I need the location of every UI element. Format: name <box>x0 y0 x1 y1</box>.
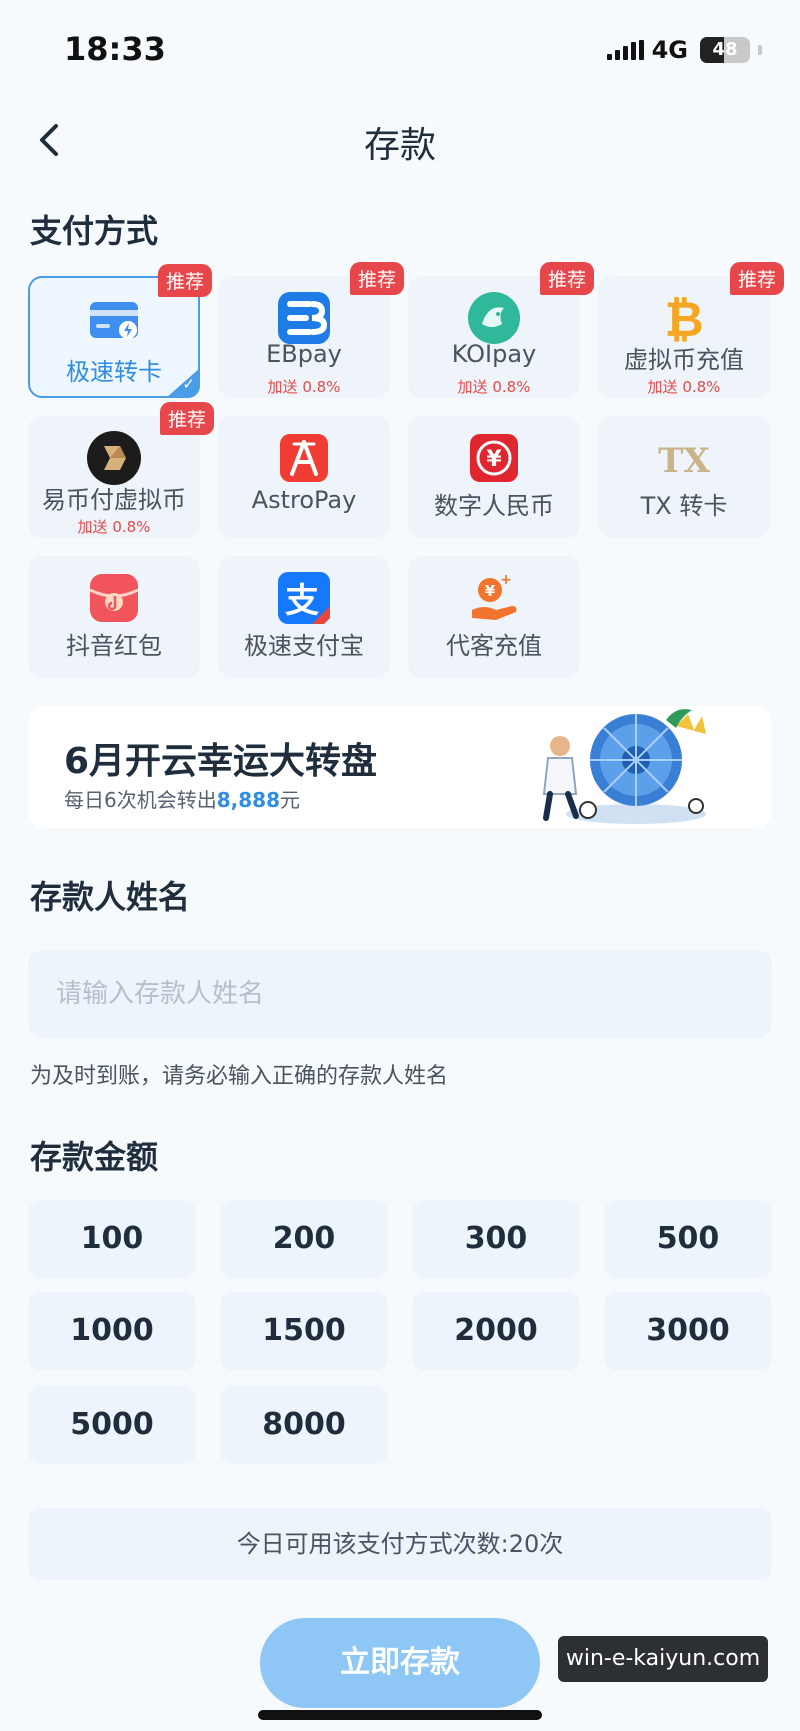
tx-logo-icon: TX <box>658 441 710 481</box>
payment-method-fast-card[interactable]: 极速转卡 推荐 ✓ <box>28 264 212 398</box>
promo-amount: 8,888 <box>216 788 280 812</box>
card-lightning-icon <box>90 302 138 339</box>
status-time: 18:33 <box>64 30 166 68</box>
promo-sub-prefix: 每日6次机会转出 <box>64 788 217 812</box>
bonus-text: 加送 0.8% <box>457 378 531 396</box>
svg-text:支: 支 <box>285 581 319 621</box>
payment-method-label: 极速支付宝 <box>244 632 364 660</box>
payment-method-label: KOIpay <box>451 340 537 368</box>
recommend-badge: 推荐 <box>157 264 212 297</box>
promo-subtitle: 每日6次机会转出8,888元 <box>64 784 300 813</box>
svg-text:TX: TX <box>658 441 710 481</box>
amount-option-2000[interactable]: 2000 <box>412 1292 580 1370</box>
svg-text:¥: ¥ <box>486 447 502 472</box>
recommend-badge: 推荐 <box>159 402 214 435</box>
recommend-badge: 推荐 <box>349 262 404 295</box>
amount-option-5000[interactable]: 5000 <box>28 1386 196 1464</box>
payment-method-label: 代客充值 <box>446 632 542 660</box>
network-type: 4G <box>651 36 688 64</box>
svg-text:+: + <box>500 572 512 588</box>
koipay-fish-icon <box>468 292 520 344</box>
site-watermark: win-e-kaiyun.com <box>558 1636 768 1682</box>
promo-title: 6月开云幸运大转盘 <box>64 741 378 782</box>
bitcoin-icon: ₿ <box>664 292 703 346</box>
payment-method-label: EBpay <box>266 340 342 368</box>
amount-option-3000[interactable]: 3000 <box>604 1292 772 1370</box>
amount-option-200[interactable]: 200 <box>220 1200 388 1278</box>
amount-option-1500[interactable]: 1500 <box>220 1292 388 1370</box>
recommend-badge: 推荐 <box>539 262 594 295</box>
depositor-hint: 为及时到账，请务必输入正确的存款人姓名 <box>30 1064 449 1089</box>
promo-sub-suffix: 元 <box>280 788 300 812</box>
payment-method-alipay[interactable]: 支 极速支付宝 <box>218 556 390 678</box>
payment-method-label: 易币付虚拟币 <box>42 486 186 514</box>
alipay-icon: 支 <box>278 572 330 624</box>
bonus-text: 加送 0.8% <box>267 378 341 396</box>
usage-count-text: 今日可用该支付方式次数:20次 <box>28 1508 772 1580</box>
payment-method-label: 抖音红包 <box>66 632 162 660</box>
bonus-text: 加送 0.8% <box>647 378 721 396</box>
depositor-section-title: 存款人姓名 <box>30 878 191 916</box>
check-mark: ✓ <box>182 375 195 393</box>
bonus-text: 加送 0.8% <box>77 518 151 536</box>
agent-topup-icon: ¥ + <box>472 572 517 620</box>
amount-option-300[interactable]: 300 <box>412 1200 580 1278</box>
status-indicators: 4G 48 <box>606 36 762 64</box>
payment-method-agent-topup[interactable]: ¥ + 代客充值 <box>408 556 580 678</box>
payment-method-label: TX 转卡 <box>640 492 728 520</box>
amount-option-500[interactable]: 500 <box>604 1200 772 1278</box>
amount-section-title: 存款金额 <box>30 1138 159 1176</box>
payment-method-label: AstroPay <box>251 486 357 514</box>
page-title: 存款 <box>363 125 436 166</box>
payment-method-crypto[interactable]: ₿ 虚拟币充值 加送 0.8% 推荐 <box>598 262 784 398</box>
astropay-icon <box>280 434 328 482</box>
payment-method-koipay[interactable]: KOIpay 加送 0.8% 推荐 <box>408 262 594 398</box>
payment-method-tx-card[interactable]: TX TX 转卡 <box>598 416 770 538</box>
payment-method-label: 虚拟币充值 <box>624 346 744 374</box>
promo-banner[interactable]: 6月开云幸运大转盘 每日6次机会转出8,888元 <box>28 706 772 828</box>
payment-method-douyin[interactable]: 抖音红包 <box>28 556 200 678</box>
amount-option-100[interactable]: 100 <box>28 1200 196 1278</box>
payment-method-label: 数字人民币 <box>434 492 554 520</box>
ebpay-icon <box>278 292 330 344</box>
depositor-name-input[interactable] <box>28 950 772 1038</box>
battery-level: 48 <box>712 39 738 60</box>
status-bar: 18:33 4G 48 <box>0 0 800 100</box>
lucky-wheel-illustration <box>542 709 706 824</box>
recommend-badge: 推荐 <box>729 262 784 295</box>
payment-method-label: 极速转卡 <box>66 358 162 386</box>
amount-option-1000[interactable]: 1000 <box>28 1292 196 1370</box>
battery-icon: 48 <box>700 37 750 63</box>
digital-rmb-icon: ¥ <box>470 434 518 482</box>
nav-bar: 存款 <box>0 100 800 180</box>
svg-text:₿: ₿ <box>664 292 703 346</box>
signal-icon <box>606 40 644 60</box>
payment-method-digital-rmb[interactable]: ¥ 数字人民币 <box>408 416 580 538</box>
svg-text:¥: ¥ <box>485 582 496 600</box>
home-indicator <box>258 1710 542 1720</box>
douyin-redpacket-icon <box>89 574 139 622</box>
deposit-now-button[interactable]: 立即存款 <box>260 1618 540 1708</box>
yibifu-icon <box>87 431 141 485</box>
amount-option-8000[interactable]: 8000 <box>220 1386 388 1464</box>
payment-method-ebpay[interactable]: EBpay 加送 0.8% 推荐 <box>218 262 404 398</box>
payment-method-astropay[interactable]: AstroPay <box>218 416 390 538</box>
payment-section-title: 支付方式 <box>30 212 159 250</box>
battery-tip <box>758 45 762 55</box>
payment-method-yibifu[interactable]: 易币付虚拟币 加送 0.8% 推荐 <box>28 402 214 538</box>
